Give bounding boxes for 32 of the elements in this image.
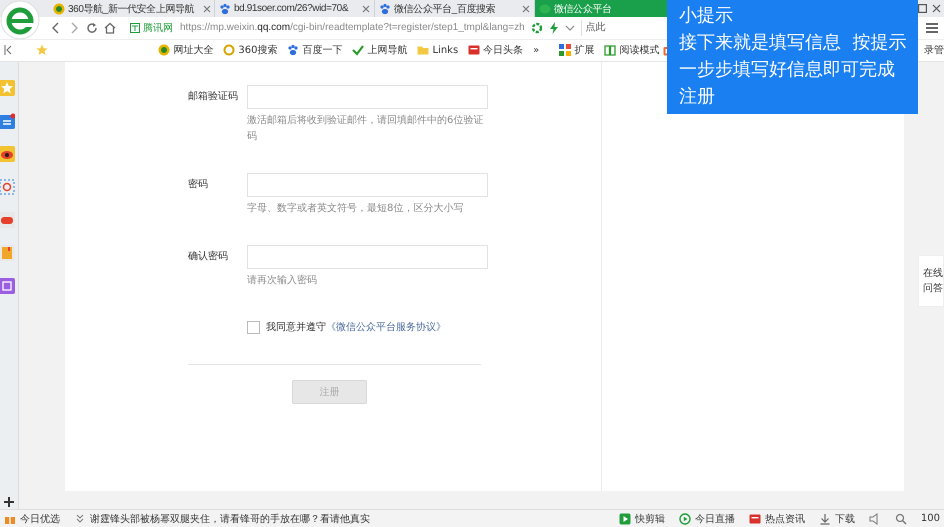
zoom-level[interactable]: 100	[920, 513, 940, 524]
address-bar[interactable]: 腾讯网 https://mp.weixin.qq.com/cgi-bin/readtemplate?t=register/step1_tmpl&lang=zh	[130, 18, 525, 37]
status-item[interactable]: 热点资讯	[748, 512, 805, 526]
toolbar-button[interactable]: 阅读模式	[604, 43, 660, 58]
site-name: 腾讯网	[143, 22, 173, 35]
agreement-link[interactable]: 《微信公众平台服务协议》	[326, 320, 446, 334]
status-item[interactable]: 今日优选	[4, 512, 60, 526]
bookmark-link[interactable]: Links	[417, 44, 458, 56]
agreement-text: 我同意并遵守	[266, 320, 326, 334]
field-hint: 激活邮箱后将收到验证邮件，请回填邮件中的6位验证码	[247, 114, 484, 144]
bookmark-link[interactable]: 今日头条	[468, 43, 524, 58]
tip-title: 小提示	[679, 4, 734, 28]
field-hint: 字母、数字或者英文符号，最短8位，区分大小写	[247, 202, 464, 216]
status-item[interactable]: 谢霆锋头部被杨幂双腿夹住，请看锋哥的手放在哪？看请他真实	[74, 512, 370, 526]
bookmark-link[interactable]: »	[533, 44, 540, 56]
toolbar-button[interactable]: 扩展	[559, 43, 594, 58]
bookmark-link[interactable]: 上网导航	[352, 43, 408, 58]
status-item[interactable]: 下载	[818, 512, 855, 526]
status-item[interactable]: 今日直播	[678, 512, 735, 526]
tip-text: 接下来就是填写信息 按提示一步步填写好信息即可完成注册	[679, 31, 908, 109]
help-button[interactable]: 在线问答	[918, 255, 944, 307]
field-label: 邮箱验证码	[188, 90, 239, 104]
field-label: 密码	[188, 178, 209, 192]
field-hint: 请再次输入密码	[247, 274, 318, 288]
url-text: https://mp.weixin.qq.com/cgi-bin/readtemplate?t=register/step1_tmpl&lang=zh	[180, 22, 525, 34]
login-link[interactable]: 录管	[924, 43, 944, 58]
status-item[interactable]: 快剪辑	[618, 512, 665, 526]
field-label: 确认密码	[188, 250, 229, 264]
bookmark-link[interactable]: 360搜索	[223, 43, 278, 58]
bookmark-link[interactable]: 百度一下	[287, 43, 342, 58]
search-field[interactable]: 点此	[580, 20, 608, 36]
bookmark-link[interactable]: 网址大全	[158, 43, 214, 58]
